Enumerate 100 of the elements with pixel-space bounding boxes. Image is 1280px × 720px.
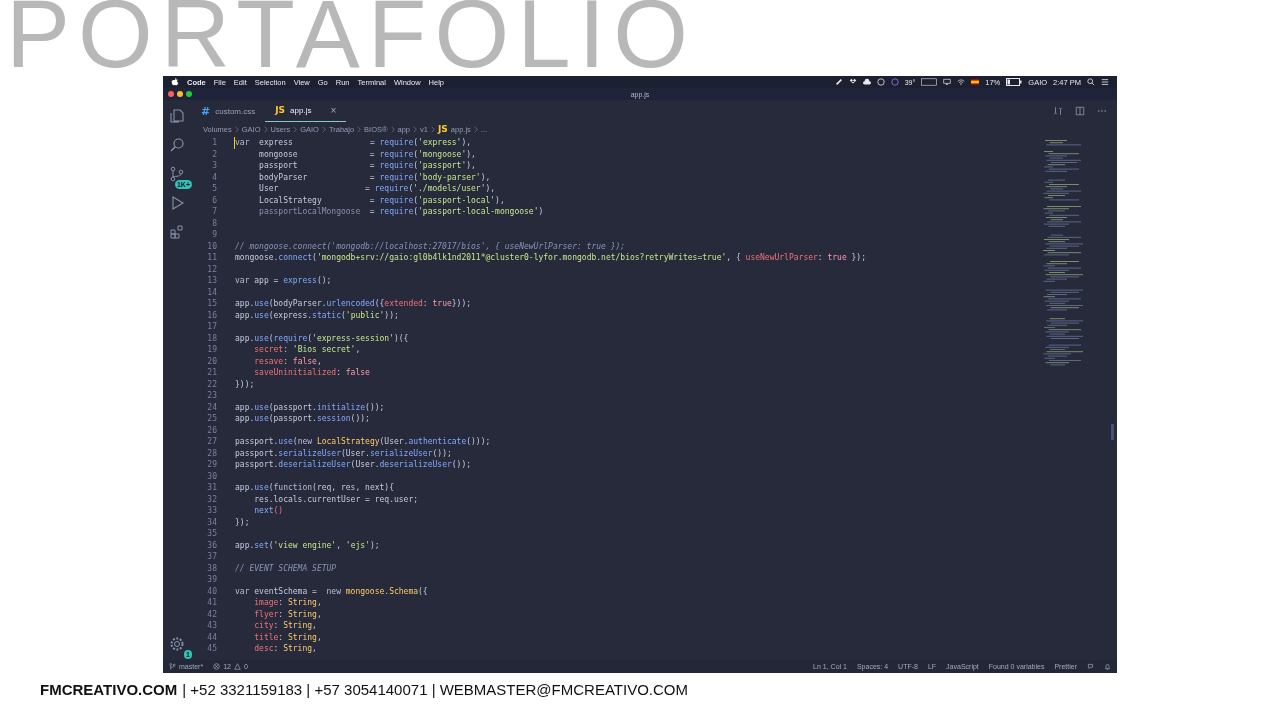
line-number: 14 [206,286,217,298]
chevron-icon [263,125,268,133]
chevron-icon [293,125,298,133]
code-line: saveUninitialized: false [253,367,370,379]
line-number: 42 [206,608,217,620]
code-line: }); [235,516,250,528]
code-line: User = require('./models/user'), [258,183,496,195]
line-number: 29 [206,459,217,471]
line-number: 30 [206,470,217,482]
line-number: 1 [211,137,217,149]
chevron-icon [390,125,395,133]
file-type-icon: JS [275,106,286,115]
code-line: // mongoose.connect('mongodb://localhost:27017/bios', { useNewUrlParser: true }); [235,240,626,252]
code-line: desc: String, [253,643,317,655]
line-number: 41 [206,597,217,609]
line-number: 45 [206,643,217,655]
code-line: passport = require('passport'), [258,160,476,172]
line-number: 11 [206,252,217,264]
line-number: 12 [206,263,217,275]
code-line: passport.serializeUser(User.serializeUser()); [235,447,452,459]
error-icon [213,663,221,670]
line-number: 23 [206,390,217,402]
chevron-icon [321,125,326,133]
footer-contact: | +52 3321159183 | +57 3054140071 | WEBMASTER@FMCREATIVO.COM [182,681,688,698]
close-icon[interactable]: × [330,105,337,116]
code-line: var app = express(); [235,275,332,287]
footer-brand: FMCREATIVO.COM [40,681,178,698]
line-number: 5 [211,183,217,195]
source-control-icon[interactable] [169,166,185,182]
extensions-icon[interactable] [169,224,185,240]
settings-icon[interactable] [169,636,185,652]
code-line: LocalStrategy = require('passport-local'), [258,194,505,206]
line-number: 16 [206,309,217,321]
line-number: 9 [211,229,217,241]
line-number: 39 [206,574,217,586]
files-icon[interactable] [169,108,185,124]
split-editor-icon[interactable] [1075,106,1085,116]
code-line: passport.use(new LocalStrategy(User.authenticate())); [235,436,491,448]
branch-icon [169,663,176,670]
code-line: app.set('view engine', 'ejs'); [235,539,380,551]
minimize-window-button[interactable] [177,91,183,97]
code-line: mongoose.connect('mongodb+srv://gaio:gl0b4lk1nd2011*@cluster0-lyfor.mongodb.net/bios?retryWrites=true', { useNewUrlParser: true }); [235,252,866,264]
bell-icon[interactable] [1104,663,1111,670]
editor-tab[interactable]: JS app.js × [265,100,347,122]
editor-tab[interactable]: # custom.css [191,100,266,122]
display-icon[interactable] [943,78,952,86]
close-window-button[interactable] [168,91,174,97]
line-number: 19 [206,344,217,356]
code-line: passport.deserializeUser(User.deserializeUser()); [235,459,472,471]
code-line: flyer: String, [253,608,322,620]
apple-icon[interactable] [171,78,179,86]
search-icon[interactable] [169,137,185,153]
code-line: image: String, [253,597,322,609]
code-line: app.use(bodyParser.urlencoded({extended: true})); [235,298,472,310]
line-number: 18 [206,332,217,344]
line-number: 2 [211,148,217,160]
line-number: 21 [206,367,217,379]
line-number: 33 [206,505,217,517]
chevron-icon [357,125,362,133]
line-number: 15 [206,298,217,310]
code-line: resave: false, [253,355,322,367]
code-line: title: String, [253,631,322,643]
line-number: 44 [206,631,217,643]
code-line: app.use(express.static('public')); [235,309,399,321]
code-line: mongoose = require('mongoose'), [258,148,476,160]
zoom-window-button[interactable] [186,91,192,97]
run-icon[interactable] [169,195,185,211]
code-line: app.use(passport.session()); [235,413,370,425]
code-line: secret: 'Bios secret', [253,344,361,356]
line-number: 10 [206,240,217,252]
line-number: 43 [206,620,217,632]
line-number: 24 [206,401,217,413]
code-line: city: String, [253,620,317,632]
line-number: 28 [206,447,217,459]
line-number: 27 [206,436,217,448]
file-type-icon: # [201,106,211,116]
pen-icon[interactable] [834,78,843,86]
tab-label: custom.css [215,106,256,116]
cloud-icon[interactable] [862,78,871,86]
search-icon[interactable] [1087,78,1095,86]
line-number: 31 [206,482,217,494]
code-line: passportLocalMongoose = require('passport-local-mongoose') [258,206,544,218]
flag-icon[interactable] [971,78,980,86]
scrollbar-thumb[interactable] [1111,424,1114,440]
line-number: 4 [211,171,217,183]
menu-icon[interactable] [1101,78,1109,86]
line-number: 40 [206,585,217,597]
line-number: 37 [206,551,217,563]
battery-icon[interactable] [1006,78,1023,86]
line-number: 26 [206,424,217,436]
file-type-icon: JS [437,124,448,134]
line-number: 36 [206,539,217,551]
slide-title: PORTAFOLIO [6,0,696,76]
line-number: 6 [211,194,217,206]
line-number: 25 [206,413,217,425]
warning-icon [233,663,241,670]
code-line: var eventSchema = new mongoose.Schema({ [235,585,428,597]
line-number: 8 [211,217,217,229]
feedback-icon[interactable] [1087,663,1094,670]
wifi-icon[interactable] [957,78,966,86]
